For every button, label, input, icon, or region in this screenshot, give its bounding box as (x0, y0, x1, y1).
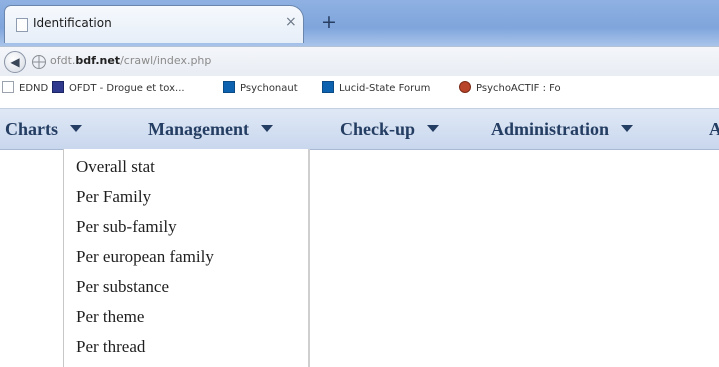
navigation-bar: ◀ ofdt.bdf.net/crawl/index.php (0, 46, 719, 77)
globe-icon[interactable] (32, 55, 46, 69)
menu-truncated[interactable]: A (709, 119, 719, 140)
menu-label: Administration (491, 119, 610, 139)
new-tab-button[interactable]: + (315, 9, 343, 35)
menu-label: Check-up (340, 119, 416, 139)
bookmark-lucid-state[interactable]: Lucid-State Forum (322, 81, 430, 94)
menu-label: Charts (5, 119, 58, 139)
bookmark-mark-icon (223, 81, 235, 93)
bookmark-label: PsychoACTIF : Fo (476, 83, 561, 94)
menu-check-up[interactable]: Check-up (340, 119, 440, 140)
bookmark-label: Psychonaut (240, 83, 298, 94)
caret-down-icon (621, 125, 634, 132)
dropdown-item-per-substance[interactable]: Per substance (76, 277, 169, 297)
caret-down-icon (70, 125, 82, 132)
bookmark-card-icon (52, 81, 64, 93)
url-field[interactable]: ofdt.bdf.net/crawl/index.php (50, 54, 211, 67)
page-favicon-icon (16, 18, 28, 32)
browser-tab[interactable]: Identification × (4, 5, 304, 43)
bookmark-edn[interactable]: EDND (2, 81, 48, 94)
charts-dropdown: Overall stat Per Family Per sub-family P… (63, 149, 310, 367)
bookmarks-bar: EDND OFDT - Drogue et tox... Psychonaut … (0, 76, 719, 100)
dropdown-item-per-european-family[interactable]: Per european family (76, 247, 214, 267)
page-icon (2, 81, 14, 93)
menu-label: Management (148, 119, 249, 139)
dropdown-item-per-thread[interactable]: Per thread (76, 337, 145, 357)
menu-label: A (709, 119, 719, 139)
url-path: /crawl/index.php (120, 54, 212, 67)
bookmark-label: OFDT - Drogue et tox... (69, 83, 185, 94)
menu-administration[interactable]: Administration (491, 119, 634, 140)
caret-down-icon (260, 125, 273, 132)
caret-down-icon (427, 125, 440, 132)
bookmark-label: EDND (19, 83, 49, 94)
url-prefix: ofdt. (50, 54, 76, 67)
dropdown-item-overall-stat[interactable]: Overall stat (76, 157, 155, 177)
bookmark-label: Lucid-State Forum (339, 83, 431, 94)
menu-charts[interactable]: Charts (5, 119, 82, 140)
bookmark-mark-icon (322, 81, 334, 93)
menu-management[interactable]: Management (148, 119, 273, 140)
dropdown-item-per-sub-family[interactable]: Per sub-family (76, 217, 177, 237)
close-tab-icon[interactable]: × (285, 14, 297, 30)
dropdown-item-per-theme[interactable]: Per theme (76, 307, 144, 327)
bookmark-psychonaut[interactable]: Psychonaut (223, 81, 298, 94)
bookmark-psychoactif[interactable]: PsychoACTIF : Fo (459, 81, 561, 94)
tab-title: Identification (33, 16, 112, 30)
url-domain: bdf.net (75, 54, 121, 67)
owl-icon (459, 81, 471, 93)
site-menu-bar: Charts Management Check-up Administratio… (0, 108, 719, 150)
bookmark-ofdt[interactable]: OFDT - Drogue et tox... (52, 81, 185, 94)
dropdown-item-per-family[interactable]: Per Family (76, 187, 151, 207)
back-button[interactable]: ◀ (4, 51, 26, 73)
browser-tab-bar: Identification × + (0, 0, 719, 46)
